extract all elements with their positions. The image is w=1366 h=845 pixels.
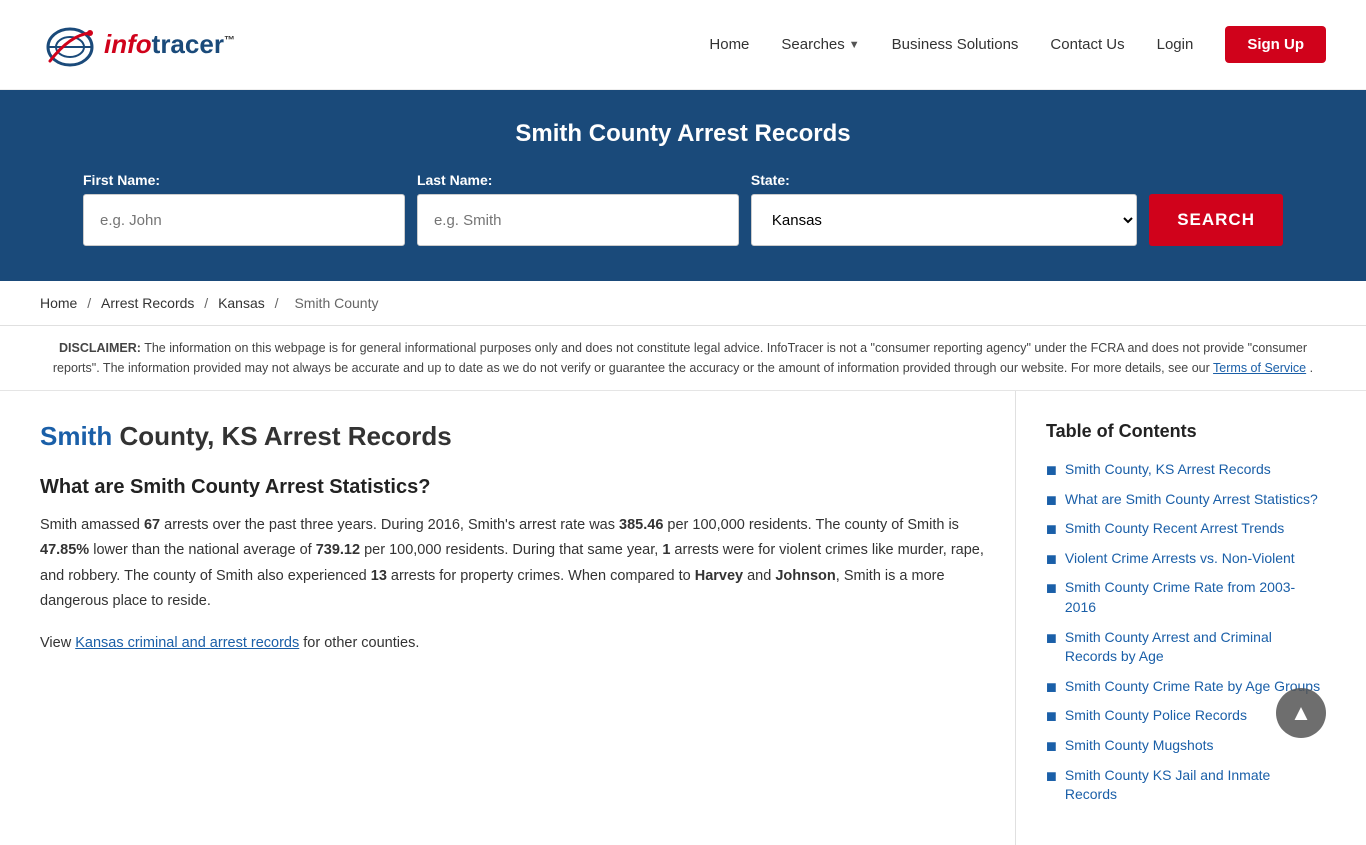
toc-link[interactable]: Smith County Arrest and Criminal Records… bbox=[1065, 628, 1326, 667]
logo-label: infotracer™ bbox=[104, 29, 235, 60]
p1-text5: per 100,000 residents. During that same … bbox=[360, 542, 662, 558]
toc-bullet-icon: ■ bbox=[1046, 579, 1057, 597]
toc-item: ■ Smith County Mugshots bbox=[1046, 736, 1326, 756]
toc-bullet-icon: ■ bbox=[1046, 767, 1057, 785]
breadcrumb-arrest-records[interactable]: Arrest Records bbox=[101, 295, 194, 311]
first-name-group: First Name: bbox=[83, 172, 405, 246]
p1-text7: arrests for property crimes. When compar… bbox=[387, 568, 695, 584]
p1-text2: arrests over the past three years. Durin… bbox=[160, 517, 619, 533]
stats-paragraph: Smith amassed 67 arrests over the past t… bbox=[40, 513, 985, 615]
article-title-rest: County, KS Arrest Records bbox=[112, 421, 452, 451]
article: Smith County, KS Arrest Records What are… bbox=[40, 391, 1016, 845]
breadcrumb-sep2: / bbox=[204, 295, 212, 311]
state-group: State: Kansas Alabama Alaska Arizona Cal… bbox=[751, 172, 1137, 246]
toc-link[interactable]: Smith County Crime Rate by Age Groups bbox=[1065, 677, 1320, 697]
tos-link[interactable]: Terms of Service bbox=[1213, 361, 1306, 375]
toc-bullet-icon: ■ bbox=[1046, 461, 1057, 479]
p1-text3: per 100,000 residents. The county of Smi… bbox=[663, 517, 959, 533]
toc-link[interactable]: Smith County Mugshots bbox=[1065, 736, 1214, 756]
disclaimer-suffix: . bbox=[1310, 361, 1313, 375]
login-button[interactable]: Login bbox=[1157, 36, 1194, 53]
article-title: Smith County, KS Arrest Records bbox=[40, 421, 985, 452]
p1-bold7: Harvey bbox=[695, 568, 743, 584]
toc-link[interactable]: Smith County Recent Arrest Trends bbox=[1065, 519, 1284, 539]
breadcrumb-smith-county: Smith County bbox=[294, 295, 378, 311]
toc-bullet-icon: ■ bbox=[1046, 707, 1057, 725]
view-prefix: View bbox=[40, 635, 75, 651]
toc-bullet-icon: ■ bbox=[1046, 550, 1057, 568]
hero-section: Smith County Arrest Records First Name: … bbox=[0, 90, 1366, 281]
p1-text1: Smith amassed bbox=[40, 517, 144, 533]
search-form: First Name: Last Name: State: Kansas Ala… bbox=[83, 172, 1283, 246]
toc-link[interactable]: Smith County KS Jail and Inmate Records bbox=[1065, 766, 1326, 805]
hero-title: Smith County Arrest Records bbox=[40, 120, 1326, 148]
toc-item: ■ Smith County Arrest and Criminal Recor… bbox=[1046, 628, 1326, 667]
first-name-input[interactable] bbox=[83, 194, 405, 246]
sidebar: Table of Contents ■ Smith County, KS Arr… bbox=[1016, 391, 1326, 845]
nav-home[interactable]: Home bbox=[709, 36, 749, 53]
state-select[interactable]: Kansas Alabama Alaska Arizona California… bbox=[751, 194, 1137, 246]
nav-contact[interactable]: Contact Us bbox=[1050, 36, 1124, 53]
disclaimer-label: DISCLAIMER: bbox=[59, 341, 141, 355]
breadcrumb-sep1: / bbox=[87, 295, 95, 311]
toc-box: Table of Contents ■ Smith County, KS Arr… bbox=[1046, 421, 1326, 805]
toc-link[interactable]: Smith County Police Records bbox=[1065, 706, 1247, 726]
header: infotracer™ Home Searches ▼ Business Sol… bbox=[0, 0, 1366, 90]
disclaimer-text: The information on this webpage is for g… bbox=[53, 341, 1307, 375]
toc-bullet-icon: ■ bbox=[1046, 678, 1057, 696]
toc-title: Table of Contents bbox=[1046, 421, 1326, 442]
breadcrumb-sep3: / bbox=[275, 295, 283, 311]
p1-bold3: 47.85% bbox=[40, 542, 89, 558]
toc-item: ■ What are Smith County Arrest Statistic… bbox=[1046, 490, 1326, 510]
stats-heading: What are Smith County Arrest Statistics? bbox=[40, 476, 985, 499]
nav-business[interactable]: Business Solutions bbox=[892, 36, 1019, 53]
toc-bullet-icon: ■ bbox=[1046, 491, 1057, 509]
chevron-down-icon: ▼ bbox=[849, 39, 860, 51]
toc-link[interactable]: Smith County Crime Rate from 2003-2016 bbox=[1065, 578, 1326, 617]
p1-bold1: 67 bbox=[144, 517, 160, 533]
logo-icon bbox=[40, 15, 100, 75]
toc-bullet-icon: ■ bbox=[1046, 520, 1057, 538]
p1-bold8: Johnson bbox=[775, 568, 835, 584]
main-nav: Home Searches ▼ Business Solutions Conta… bbox=[709, 26, 1326, 63]
p1-text8: and bbox=[743, 568, 775, 584]
p1-bold2: 385.46 bbox=[619, 517, 663, 533]
scroll-to-top-button[interactable]: ▲ bbox=[1276, 688, 1326, 738]
nav-searches-link[interactable]: Searches bbox=[781, 36, 844, 53]
toc-link[interactable]: Smith County, KS Arrest Records bbox=[1065, 460, 1271, 480]
logo: infotracer™ bbox=[40, 15, 235, 75]
toc-link[interactable]: Violent Crime Arrests vs. Non-Violent bbox=[1065, 549, 1295, 569]
first-name-label: First Name: bbox=[83, 172, 405, 188]
search-button[interactable]: SEARCH bbox=[1149, 194, 1283, 246]
toc-item: ■ Violent Crime Arrests vs. Non-Violent bbox=[1046, 549, 1326, 569]
toc-item: ■ Smith County KS Jail and Inmate Record… bbox=[1046, 766, 1326, 805]
toc-bullet-icon: ■ bbox=[1046, 629, 1057, 647]
breadcrumb: Home / Arrest Records / Kansas / Smith C… bbox=[0, 281, 1366, 326]
toc-item: ■ Smith County, KS Arrest Records bbox=[1046, 460, 1326, 480]
kansas-records-link[interactable]: Kansas criminal and arrest records bbox=[75, 635, 299, 651]
breadcrumb-kansas[interactable]: Kansas bbox=[218, 295, 265, 311]
breadcrumb-home[interactable]: Home bbox=[40, 295, 77, 311]
toc-item: ■ Smith County Recent Arrest Trends bbox=[1046, 519, 1326, 539]
toc-bullet-icon: ■ bbox=[1046, 737, 1057, 755]
view-link-paragraph: View Kansas criminal and arrest records … bbox=[40, 631, 985, 656]
toc-link[interactable]: What are Smith County Arrest Statistics? bbox=[1065, 490, 1318, 510]
nav-searches[interactable]: Searches ▼ bbox=[781, 36, 859, 53]
signup-button[interactable]: Sign Up bbox=[1225, 26, 1326, 63]
main-content: Smith County, KS Arrest Records What are… bbox=[0, 391, 1366, 845]
disclaimer: DISCLAIMER: The information on this webp… bbox=[0, 326, 1366, 391]
toc-item: ■ Smith County Crime Rate from 2003-2016 bbox=[1046, 578, 1326, 617]
last-name-label: Last Name: bbox=[417, 172, 739, 188]
last-name-group: Last Name: bbox=[417, 172, 739, 246]
state-label: State: bbox=[751, 172, 1137, 188]
p1-bold4: 739.12 bbox=[316, 542, 360, 558]
p1-bold6: 13 bbox=[371, 568, 387, 584]
article-title-highlight: Smith bbox=[40, 421, 112, 451]
view-suffix: for other counties. bbox=[299, 635, 419, 651]
last-name-input[interactable] bbox=[417, 194, 739, 246]
toc-list: ■ Smith County, KS Arrest Records ■ What… bbox=[1046, 460, 1326, 805]
p1-text4: lower than the national average of bbox=[89, 542, 316, 558]
